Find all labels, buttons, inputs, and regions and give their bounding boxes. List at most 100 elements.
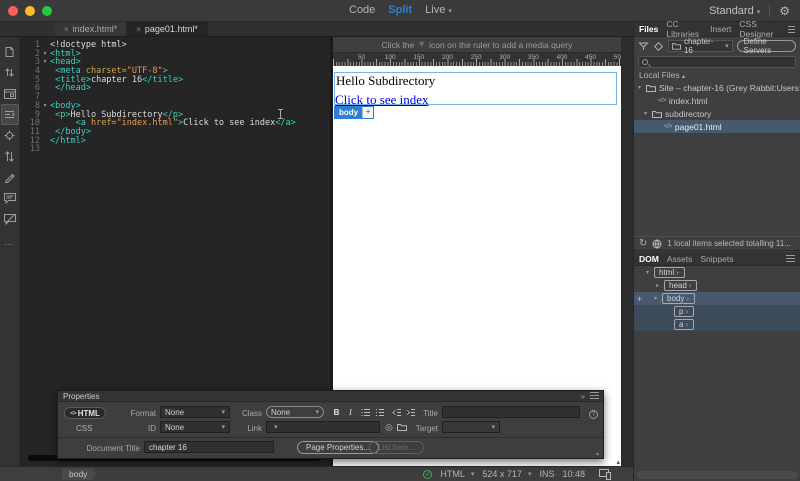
files-search-input[interactable] — [638, 56, 796, 68]
files-status-text: 1 local items selected totalling 11... — [667, 239, 791, 248]
help-icon[interactable]: ? — [589, 410, 598, 419]
format-select[interactable]: None ▾ — [160, 406, 230, 418]
edit-icon[interactable] — [1, 167, 19, 188]
add-element-button[interactable]: + — [362, 107, 374, 118]
page-heading-text[interactable]: Hello Subdirectory — [336, 73, 435, 89]
unordered-list-icon[interactable] — [359, 406, 372, 418]
ordered-list-icon[interactable] — [373, 406, 386, 418]
file-row[interactable]: ▾ Site – chapter-16 (Grey Rabbit:Users:mi… — [634, 81, 800, 94]
sync-icon[interactable] — [653, 41, 664, 52]
panel-tab-cc-libraries[interactable]: CC Libraries — [666, 19, 702, 39]
local-files-header[interactable]: Local Files ▴ — [639, 70, 685, 80]
close-window-button[interactable] — [8, 6, 18, 16]
toolbar-more-icon[interactable]: ⋯ — [1, 234, 19, 255]
format-source-icon[interactable] — [0, 104, 19, 125]
browse-folder-icon[interactable] — [397, 423, 407, 431]
panel-resize-icon[interactable]: ▴ — [596, 450, 599, 457]
workspace-dropdown[interactable]: Standard ▾ — [709, 5, 760, 17]
code-text: </html> — [50, 136, 86, 146]
code-line[interactable]: 12 </html> — [20, 136, 330, 146]
dom-tag-chip[interactable]: head — [664, 280, 698, 291]
document-tab[interactable]: × index.html* — [55, 22, 128, 36]
remote-view-icon[interactable] — [652, 239, 662, 249]
dom-tag-chip[interactable]: body — [662, 293, 696, 304]
panel-tab-dom[interactable]: DOM — [639, 254, 659, 264]
file-row[interactable]: </> index.html — [634, 94, 800, 107]
window-size-dropdown[interactable]: 524 x 717 ▾ — [482, 469, 531, 479]
dom-node-row[interactable]: ▸ head — [634, 279, 800, 292]
page-properties-button[interactable]: Page Properties... — [297, 441, 380, 454]
italic-button[interactable]: I — [344, 406, 357, 418]
css-mode-button[interactable]: CSS — [76, 424, 92, 433]
close-tab-icon[interactable]: × — [136, 25, 141, 34]
collapse-panel-icon[interactable]: » — [581, 392, 585, 401]
code-line[interactable]: 13 — [20, 145, 330, 154]
class-select[interactable]: None ▾ — [266, 406, 324, 418]
close-tab-icon[interactable]: × — [64, 25, 69, 34]
dom-tag-chip[interactable]: html — [654, 267, 685, 278]
outdent-icon[interactable] — [390, 406, 403, 418]
horizontal-ruler[interactable]: ▼ 50 100 150 200 250 300 350 400 450 500 — [333, 52, 625, 66]
fold-arrow-icon[interactable]: ▾ — [40, 102, 50, 111]
panel-bottom-scrollbar[interactable] — [637, 471, 797, 479]
tree-expand-icon[interactable]: ▾ — [644, 269, 651, 276]
selected-tag-label[interactable]: body — [335, 107, 363, 118]
apply-comment-icon[interactable] — [1, 188, 19, 209]
split-view-button[interactable]: Split — [388, 4, 412, 16]
panel-tab-insert[interactable]: Insert — [710, 24, 731, 34]
define-servers-button[interactable]: Define Servers — [736, 37, 796, 55]
live-view-button[interactable]: Live ▾ — [425, 4, 452, 16]
tree-expand-icon[interactable]: ▾ — [652, 295, 659, 302]
panel-menu-icon[interactable] — [786, 255, 795, 262]
document-title-input[interactable]: chapter 16 — [144, 441, 274, 453]
device-preview-icon[interactable] — [599, 468, 611, 480]
panel-menu-icon[interactable] — [590, 391, 599, 399]
live-view-options-icon[interactable] — [1, 83, 19, 104]
bold-button[interactable]: B — [330, 406, 343, 418]
add-node-icon[interactable]: + — [637, 294, 642, 304]
minimize-window-button[interactable] — [25, 6, 35, 16]
panel-tab-assets[interactable]: Assets — [667, 254, 693, 264]
dom-node-row[interactable]: ▾ html — [634, 266, 800, 279]
gear-icon[interactable]: ⚙ — [779, 4, 790, 18]
find-replace-icon[interactable] — [1, 125, 19, 146]
html-mode-button[interactable]: <> HTML — [64, 407, 106, 419]
id-select[interactable]: None ▾ — [160, 421, 230, 433]
panel-menu-icon[interactable] — [788, 25, 795, 33]
dom-node-row[interactable]: a — [634, 318, 800, 331]
dom-tag-chip[interactable]: a — [674, 319, 695, 330]
panel-tab-files[interactable]: Files — [639, 24, 658, 34]
properties-panel-header[interactable]: Properties » — [58, 391, 603, 402]
tag-selector-breadcrumb[interactable]: body — [62, 468, 96, 480]
panel-tab-css-designer[interactable]: CSS Designer — [739, 19, 780, 39]
remove-comment-icon[interactable] — [1, 209, 19, 230]
panel-tab-snippets[interactable]: Snippets — [700, 254, 733, 264]
point-to-file-icon[interactable]: ◎ — [385, 422, 393, 433]
code-view-button[interactable]: Code — [349, 4, 375, 16]
file-management-icon[interactable] — [1, 62, 19, 83]
zoom-window-button[interactable] — [42, 6, 52, 16]
file-row[interactable]: </> page01.html — [634, 120, 800, 133]
refresh-icon[interactable]: ↻ — [639, 238, 647, 249]
title-input[interactable] — [442, 406, 580, 418]
fold-gutter — [40, 119, 50, 128]
status-bar: body ✓ HTML ▾ 524 x 717 ▾ INS 10:48 — [0, 466, 633, 481]
code-line[interactable]: 6 </head> — [20, 84, 330, 93]
doctype-dropdown[interactable]: HTML ▾ — [440, 469, 474, 479]
tree-expand-icon[interactable]: ▸ — [654, 282, 661, 289]
dom-tag-chip[interactable]: p — [674, 306, 695, 317]
document-tab[interactable]: × page01.html* — [127, 22, 208, 36]
tree-expand-icon[interactable]: ▾ — [642, 110, 649, 117]
dom-node-row[interactable]: p — [634, 305, 800, 318]
open-documents-icon[interactable] — [1, 41, 19, 62]
scroll-down-arrow-icon[interactable]: ▴ — [616, 458, 620, 466]
dom-node-row[interactable]: + ▾ body — [634, 292, 800, 305]
site-dropdown[interactable]: chapter-16 ▾ — [668, 37, 733, 55]
fold-arrow-icon[interactable]: ▾ — [40, 58, 50, 67]
connect-server-icon[interactable] — [638, 41, 649, 52]
fold-arrow-icon[interactable]: ▾ — [40, 50, 50, 59]
link-input[interactable]: ▾ — [266, 421, 380, 433]
file-row[interactable]: ▾ subdirectory — [634, 107, 800, 120]
tree-expand-icon[interactable]: ▾ — [636, 84, 643, 91]
swap-views-icon[interactable] — [1, 146, 19, 167]
